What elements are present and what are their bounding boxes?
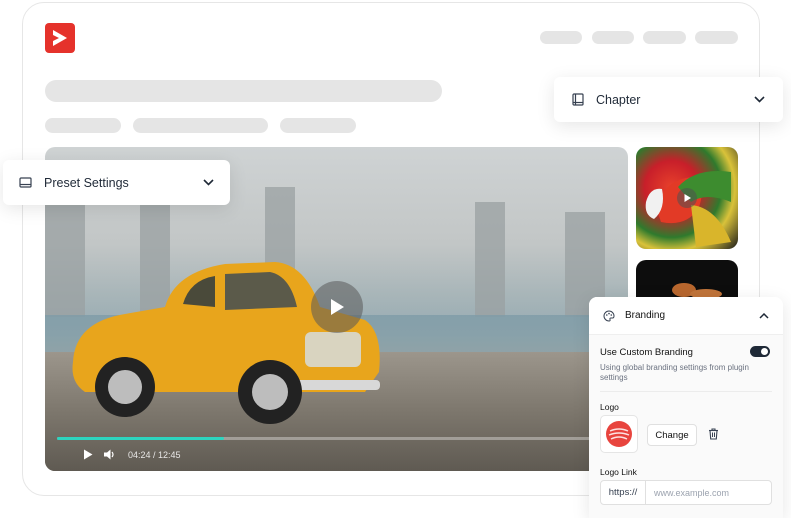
- brand-logo-icon: [606, 421, 632, 447]
- branding-header[interactable]: Branding: [589, 297, 783, 335]
- play-icon: [684, 194, 691, 202]
- play-icon[interactable]: [83, 449, 93, 460]
- nav-placeholder-1: [540, 31, 582, 44]
- volume-icon[interactable]: [103, 449, 116, 460]
- palette-icon: [603, 309, 615, 322]
- divider: [600, 391, 772, 392]
- logo-link-label: Logo Link: [600, 467, 637, 477]
- logo-link-field: https://: [600, 480, 772, 505]
- logo-link-input[interactable]: [646, 481, 771, 504]
- meta-placeholder-2: [133, 118, 268, 133]
- meta-placeholder-3: [280, 118, 356, 133]
- preset-settings-label: Preset Settings: [44, 175, 129, 190]
- branding-title: Branding: [625, 310, 666, 321]
- toy-car-image: [72, 262, 380, 424]
- preset-settings-dropdown[interactable]: Preset Settings: [3, 160, 230, 205]
- logo-preview: [600, 415, 638, 453]
- chapter-dropdown[interactable]: Chapter: [554, 77, 783, 122]
- nav-placeholder-2: [592, 31, 634, 44]
- progress-fill: [57, 437, 225, 440]
- playlist-thumbnail[interactable]: [636, 147, 738, 249]
- nav-placeholder-4: [695, 31, 738, 44]
- chevron-up-icon: [759, 312, 769, 319]
- custom-branding-label: Use Custom Branding: [600, 347, 693, 358]
- progress-bar[interactable]: [57, 437, 615, 440]
- chevron-down-icon: [754, 96, 765, 103]
- book-icon: [572, 93, 584, 106]
- custom-branding-toggle[interactable]: [750, 346, 770, 357]
- time-display: 04:24 / 12:45: [128, 450, 181, 460]
- trash-icon[interactable]: [708, 428, 719, 440]
- chevron-down-icon: [203, 179, 214, 186]
- play-icon: [331, 299, 344, 315]
- title-placeholder: [45, 80, 442, 102]
- url-prefix: https://: [601, 481, 646, 504]
- play-logo-icon: [53, 30, 67, 46]
- thumbnail-play-button[interactable]: [677, 188, 697, 208]
- logo-label: Logo: [600, 402, 619, 412]
- branding-panel: Branding Use Custom Branding Using globa…: [589, 297, 783, 518]
- app-logo[interactable]: [45, 23, 75, 53]
- change-logo-button[interactable]: Change: [647, 424, 697, 446]
- meta-placeholder-1: [45, 118, 121, 133]
- layout-icon: [19, 177, 32, 188]
- branding-description: Using global branding settings from plug…: [600, 363, 749, 382]
- backdrop: [475, 202, 505, 317]
- toggle-knob: [761, 348, 768, 355]
- chapter-label: Chapter: [596, 92, 641, 107]
- play-overlay-button[interactable]: [311, 281, 363, 333]
- nav-placeholder-3: [643, 31, 686, 44]
